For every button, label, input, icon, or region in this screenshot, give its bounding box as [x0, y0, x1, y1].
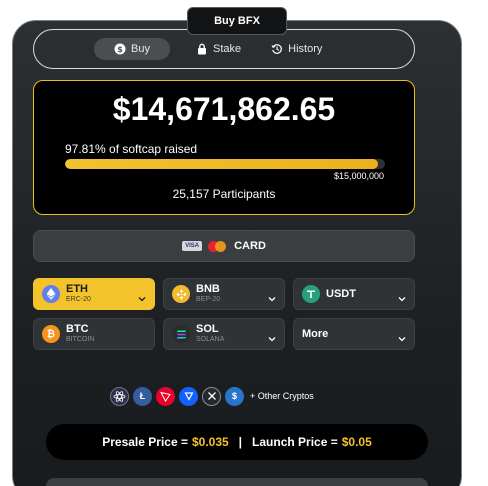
tab-buy[interactable]: $ Buy — [94, 38, 170, 60]
coin-network: SOLANA — [196, 336, 225, 343]
bitcoin-icon: ₿ — [42, 325, 60, 343]
chevron-down-icon — [398, 330, 406, 342]
tab-buy-label: Buy — [131, 43, 150, 55]
presale-price-label: Presale Price = — [102, 435, 188, 449]
lock-icon — [198, 43, 206, 55]
coin-name: BNB — [196, 283, 220, 295]
card-label: CARD — [234, 240, 266, 252]
usdc-icon: $ — [225, 386, 244, 406]
coin-name: ETH — [66, 283, 88, 295]
currency-grid: ETH ERC-20 BNB BEP-20 USDT ₿ BTC BITCOIN… — [33, 278, 415, 358]
tezos-icon — [179, 386, 198, 406]
svg-text:$: $ — [117, 45, 123, 54]
tab-stake-label: Stake — [213, 43, 242, 55]
other-cryptos-label: + Other Cryptos — [250, 391, 314, 401]
chevron-down-icon — [398, 290, 406, 302]
tron-icon — [156, 386, 175, 406]
tab-history[interactable]: History — [261, 38, 332, 60]
presale-price-value: $0.035 — [191, 435, 229, 449]
tab-stake[interactable]: Stake — [186, 38, 251, 60]
coin-network: ERC-20 — [66, 296, 91, 303]
raised-panel: $14,671,862.65 97.81% of softcap raised … — [33, 80, 415, 215]
coin-option-bnb[interactable]: BNB BEP-20 — [163, 278, 285, 310]
coin-network: BEP-20 — [196, 296, 221, 303]
chevron-down-icon — [268, 290, 276, 302]
coin-name: USDT — [326, 287, 356, 300]
launch-price-label: Launch Price = — [252, 435, 338, 449]
mastercard-icon — [208, 240, 227, 252]
coin-option-eth[interactable]: ETH ERC-20 — [33, 278, 155, 310]
coin-option-more[interactable]: More — [293, 318, 415, 350]
tether-icon — [302, 285, 320, 303]
coin-network: BITCOIN — [66, 336, 95, 343]
cosmos-icon — [110, 386, 129, 406]
solana-icon — [172, 325, 190, 343]
bnb-icon — [172, 285, 190, 303]
card-payment-button[interactable]: VISA CARD — [33, 230, 415, 262]
participants-count: 25,157 Participants — [172, 187, 276, 201]
price-bar: Presale Price = $0.035 | Launch Price = … — [46, 424, 428, 460]
more-label: More — [302, 328, 329, 340]
xrp-icon — [202, 386, 221, 406]
dollar-coin-icon: $ — [114, 43, 126, 55]
coin-option-sol[interactable]: SOL SOLANA — [163, 318, 285, 350]
other-cryptos-row: Ł $ + Other Cryptos — [110, 386, 314, 406]
chevron-down-icon — [268, 330, 276, 342]
softcap-progress-bar — [65, 159, 385, 169]
ethereum-icon — [42, 285, 60, 303]
price-separator: | — [238, 435, 243, 449]
litecoin-icon: Ł — [133, 386, 152, 406]
coin-name: SOL — [196, 323, 219, 335]
softcap-text: 97.81% of softcap raised — [65, 142, 198, 156]
progress-fill — [65, 159, 378, 169]
launch-price-value: $0.05 — [341, 435, 372, 449]
mode-tabs: $ Buy Stake History — [33, 29, 415, 69]
tab-history-label: History — [288, 43, 323, 55]
coin-option-usdt[interactable]: USDT — [293, 278, 415, 310]
next-field[interactable] — [46, 478, 428, 486]
coin-name: BTC — [66, 323, 89, 335]
raised-amount: $14,671,862.65 — [112, 91, 336, 127]
chevron-down-icon — [138, 290, 146, 302]
visa-icon: VISA — [182, 241, 203, 251]
coin-option-btc[interactable]: ₿ BTC BITCOIN — [33, 318, 155, 350]
buy-bfx-tab[interactable]: Buy BFX — [187, 7, 287, 35]
history-icon — [271, 44, 282, 54]
target-amount: $15,000,000 — [333, 171, 384, 181]
